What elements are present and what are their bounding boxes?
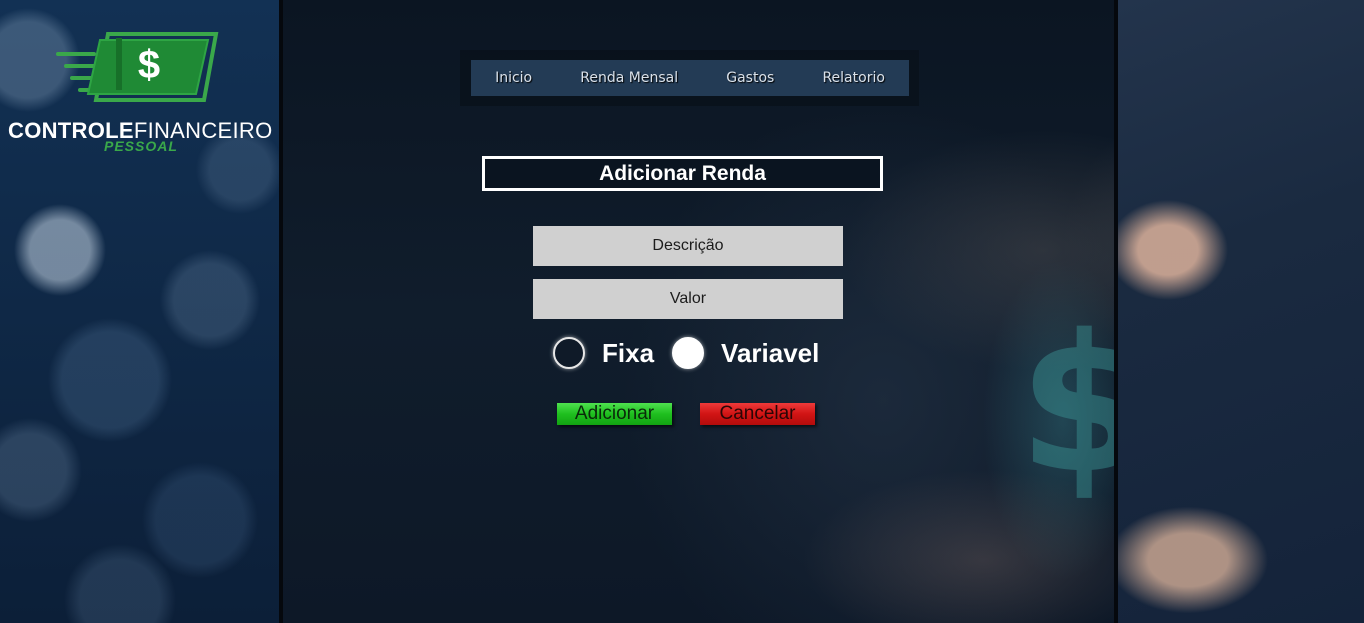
nav-item-renda-mensal[interactable]: Renda Mensal	[574, 70, 684, 86]
nav-item-inicio[interactable]: Inicio	[489, 70, 538, 86]
form-title: Adicionar Renda	[482, 156, 883, 191]
valor-input[interactable]	[533, 279, 843, 319]
add-button[interactable]: Adicionar	[557, 403, 672, 425]
nav-item-gastos[interactable]: Gastos	[720, 70, 780, 86]
income-type-radio-group: Fixa Variavel	[553, 334, 837, 372]
logo-subtitle: PESSOAL	[104, 138, 178, 154]
radio-variavel-label: Variavel	[721, 337, 820, 368]
radio-fixa-label: Fixa	[602, 337, 655, 368]
nav-container: Inicio Renda Mensal Gastos Relatorio	[460, 50, 919, 106]
nav-item-relatorio[interactable]: Relatorio	[816, 70, 890, 86]
descricao-input[interactable]	[533, 226, 843, 266]
logo-dollar-sign: $	[137, 43, 161, 87]
radio-fixa[interactable]	[553, 337, 585, 369]
right-background-panel	[1118, 0, 1364, 623]
app-logo: $ CONTROLEFINANCEIRO PESSOAL	[8, 30, 272, 160]
radio-variavel[interactable]	[672, 337, 705, 369]
cancel-button[interactable]: Cancelar	[700, 403, 815, 425]
main-nav: Inicio Renda Mensal Gastos Relatorio	[471, 60, 909, 96]
